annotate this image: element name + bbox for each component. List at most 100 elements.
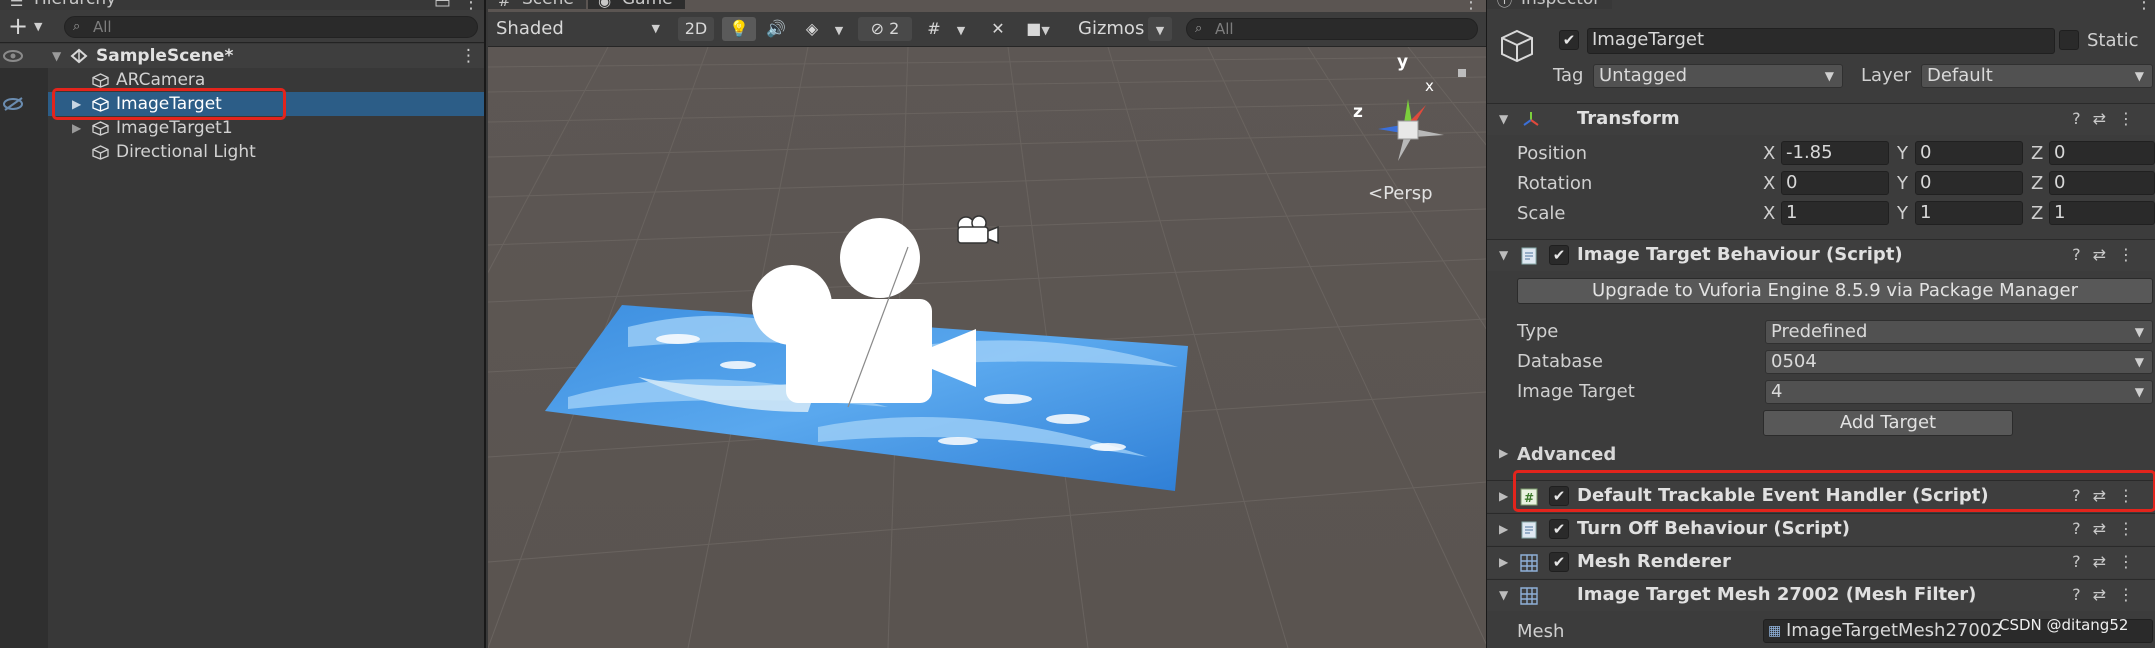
- scene-row[interactable]: ▼ SampleScene* ⋮: [0, 44, 484, 68]
- transform-component-header[interactable]: ▼ Transform ?⇄⋮: [1487, 103, 2155, 135]
- fold-arrow-icon[interactable]: ▼: [1499, 104, 1508, 134]
- visibility-icon[interactable]: [2, 45, 26, 67]
- mesh-filter-header[interactable]: ▼ Image Target Mesh 27002 (Mesh Filter) …: [1487, 579, 2155, 611]
- position-z-field[interactable]: 0: [2049, 141, 2155, 165]
- scene-menu-icon[interactable]: ⋮: [460, 44, 477, 68]
- turn-off-behaviour-header[interactable]: ▶ ✔ Turn Off Behaviour (Script) ?⇄⋮: [1487, 513, 2155, 545]
- more-menu-icon[interactable]: ⋮: [2135, 0, 2153, 12]
- rotation-x-field[interactable]: 0: [1781, 171, 1889, 195]
- position-x-field[interactable]: -1.85: [1781, 141, 1889, 165]
- scene-name: SampleScene*: [96, 46, 234, 66]
- position-label: Position: [1517, 143, 1588, 164]
- chevron-down-icon: ▼: [2134, 69, 2144, 83]
- tab-hierarchy[interactable]: ☰Hierarchy: [0, 0, 129, 10]
- chevron-down-icon: ▼: [2134, 385, 2144, 399]
- lighting-toggle-icon[interactable]: 💡: [722, 17, 756, 41]
- tools-icon[interactable]: ✕: [982, 17, 1014, 41]
- scene-viewport[interactable]: y x z: [488, 47, 1486, 648]
- rotation-z-field[interactable]: 0: [2049, 171, 2155, 195]
- component-controls-icon[interactable]: ?⇄⋮: [2072, 104, 2146, 134]
- image-target-behaviour-header[interactable]: ▼ ✔ Image Target Behaviour (Script) ?⇄⋮: [1487, 239, 2155, 271]
- layer-dropdown[interactable]: Default ▼: [1921, 64, 2153, 88]
- component-controls-icon[interactable]: ?⇄⋮: [2072, 547, 2146, 577]
- static-label: Static: [2087, 30, 2139, 51]
- more-menu-icon[interactable]: ⋮: [1462, 0, 1480, 12]
- hidden-objects-toggle[interactable]: ⊘ 2: [858, 17, 912, 41]
- layer-label: Layer: [1861, 65, 1912, 86]
- gizmo-y-label: y: [1397, 52, 1408, 72]
- tag-dropdown[interactable]: Untagged ▼: [1593, 64, 1843, 88]
- transform-icon: [1523, 112, 1539, 126]
- gameobject-large-icon: [1501, 29, 1533, 63]
- chevron-down-icon[interactable]: ▼: [1148, 17, 1172, 41]
- tab-inspector[interactable]: ⓘInspector: [1487, 0, 1613, 10]
- scene-view-panel[interactable]: y x z <Persp #Scene ◉Game ⋮ Shaded▼ 2D 💡…: [488, 0, 1486, 648]
- enabled-checkbox[interactable]: ✔: [1549, 552, 1569, 572]
- script-icon: [1521, 247, 1537, 265]
- hierarchy-search-input[interactable]: ⌕ All: [64, 16, 478, 38]
- object-name-field[interactable]: ImageTarget: [1587, 28, 2055, 54]
- shading-dropdown[interactable]: Shaded ▼: [496, 17, 668, 41]
- axis-y-label: Y: [1897, 143, 1908, 164]
- axis-z-label: Z: [2031, 173, 2044, 194]
- toggle-2d-button[interactable]: 2D: [678, 17, 714, 41]
- expand-arrow-icon[interactable]: ▼: [52, 44, 61, 68]
- camera-icon[interactable]: ■▼: [1018, 17, 1058, 41]
- image-target-dropdown[interactable]: 4 ▼: [1765, 380, 2153, 404]
- unity-scene-icon: [70, 48, 88, 64]
- fold-arrow-icon[interactable]: ▶: [1499, 514, 1508, 544]
- persp-label[interactable]: <Persp: [1368, 183, 1433, 204]
- audio-toggle-icon[interactable]: 🔊: [760, 17, 792, 41]
- mesh-renderer-header[interactable]: ▶ ✔ Mesh Renderer ?⇄⋮: [1487, 546, 2155, 578]
- gizmo-lock-icon: [1458, 69, 1466, 77]
- mesh-label: Mesh: [1517, 621, 1565, 642]
- hierarchy-item[interactable]: ▶ ImageTarget1: [0, 116, 484, 140]
- chevron-down-icon: ▼: [1824, 69, 1834, 83]
- enabled-checkbox[interactable]: ✔: [1549, 245, 1569, 265]
- upgrade-vuforia-button[interactable]: Upgrade to Vuforia Engine 8.5.9 via Pack…: [1517, 278, 2153, 304]
- fold-arrow-icon[interactable]: ▶: [1499, 481, 1508, 511]
- tab-scene[interactable]: #Scene: [488, 0, 586, 10]
- axis-x-label: X: [1763, 203, 1776, 224]
- search-icon: ⌕: [73, 19, 81, 34]
- scale-x-field[interactable]: 1: [1781, 201, 1889, 225]
- chevron-down-icon[interactable]: ▼: [950, 17, 972, 41]
- rotation-y-field[interactable]: 0: [1915, 171, 2023, 195]
- scale-y-field[interactable]: 1: [1915, 201, 2023, 225]
- mesh-renderer-icon: [1520, 554, 1538, 572]
- highlight-box: [1513, 470, 2155, 512]
- info-icon: ⓘ: [1497, 0, 1513, 10]
- fold-arrow-icon[interactable]: ▼: [1499, 240, 1508, 270]
- add-target-button[interactable]: Add Target: [1763, 410, 2013, 436]
- expand-arrow-icon[interactable]: ▶: [72, 116, 81, 140]
- scene-search-input[interactable]: ⌕ All: [1186, 18, 1478, 40]
- scale-label: Scale: [1517, 203, 1566, 224]
- scale-z-field[interactable]: 1: [2049, 201, 2155, 225]
- position-y-field[interactable]: 0: [1915, 141, 2023, 165]
- component-controls-icon[interactable]: ?⇄⋮: [2072, 240, 2146, 270]
- gizmo-x-label: x: [1425, 77, 1434, 95]
- component-controls-icon[interactable]: ?⇄⋮: [2072, 580, 2146, 610]
- advanced-foldout[interactable]: ▶ Advanced: [1487, 444, 2155, 470]
- eye-off-icon: ⊘: [870, 19, 885, 38]
- scene-toolbar: Shaded ▼ 2D 💡 🔊 ◈ ▼ ⊘ 2 # ▼ ✕ ■▼ Gizmos ▼…: [488, 12, 1486, 47]
- fold-arrow-icon[interactable]: ▶: [1499, 547, 1508, 577]
- component-controls-icon[interactable]: ?⇄⋮: [2072, 514, 2146, 544]
- fold-arrow-icon[interactable]: ▼: [1499, 580, 1508, 610]
- gameobject-icon: [92, 73, 109, 88]
- axis-x-label: X: [1763, 173, 1776, 194]
- tab-game[interactable]: ◉Game: [588, 0, 685, 10]
- type-dropdown[interactable]: Predefined ▼: [1765, 320, 2153, 344]
- active-checkbox[interactable]: ✔: [1559, 30, 1579, 50]
- static-checkbox[interactable]: [2059, 30, 2079, 50]
- hidden-eye-icon[interactable]: [2, 96, 26, 112]
- image-target-label: Image Target: [1517, 381, 1635, 402]
- grid-icon[interactable]: #: [918, 17, 950, 41]
- add-icon[interactable]: +: [8, 13, 28, 39]
- enabled-checkbox[interactable]: ✔: [1549, 519, 1569, 539]
- chevron-down-icon[interactable]: ▼: [828, 17, 850, 41]
- effects-toggle-icon[interactable]: ◈: [796, 17, 828, 41]
- dropdown-arrow-icon[interactable]: ▼: [34, 20, 42, 33]
- database-dropdown[interactable]: 0504 ▼: [1765, 350, 2153, 374]
- hierarchy-item[interactable]: Directional Light: [0, 140, 484, 164]
